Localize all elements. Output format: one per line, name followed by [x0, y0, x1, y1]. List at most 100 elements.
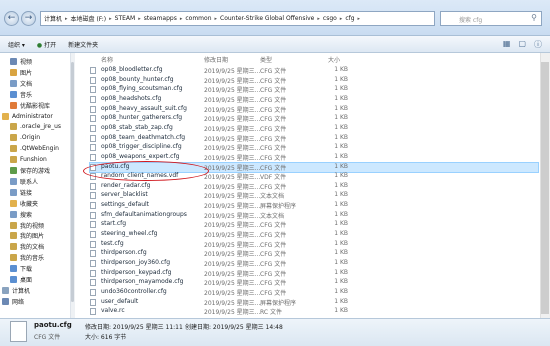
search-icon[interactable]: ⚲: [531, 13, 537, 22]
nav-item[interactable]: 优酷影视库: [10, 101, 50, 110]
file-row[interactable]: render_radar.cfg 2019/9/25 星期三... CFG 文件 1 …: [90, 182, 538, 192]
nav-item[interactable]: 网络: [2, 297, 24, 306]
file-row[interactable]: op08_hunter_gatherers.cfg 2019/9/25 星期三..…: [90, 114, 538, 124]
file-type: CFG 文件: [260, 251, 287, 259]
file-size: 1 KB: [334, 307, 348, 315]
preview-pane-icon[interactable]: ▢: [518, 39, 526, 50]
list-scrollbar-thumb[interactable]: [541, 62, 549, 314]
breadcrumb-item[interactable]: 计算机: [44, 14, 62, 23]
nav-item[interactable]: 我的视频: [10, 221, 44, 230]
nav-item[interactable]: 联系人: [10, 177, 38, 186]
file-row[interactable]: op08_team_deathmatch.cfg 2019/9/25 星期三...…: [90, 134, 538, 144]
nav-item[interactable]: 下载: [10, 264, 32, 273]
breadcrumb-item[interactable]: 本地磁盘 (F:): [71, 14, 107, 23]
file-icon: [90, 134, 96, 142]
file-row[interactable]: op08_bounty_hunter.cfg 2019/9/25 星期三... CF…: [90, 76, 538, 86]
folder-icon: [10, 254, 17, 262]
nav-item[interactable]: Administrator: [2, 112, 53, 121]
file-row[interactable]: valve.rc 2019/9/25 星期三... RC 文件 1 KB: [90, 307, 538, 317]
breadcrumb-item[interactable]: common: [185, 15, 211, 22]
nav-item[interactable]: .oracle_jre_us: [10, 122, 61, 131]
file-row[interactable]: op08_flying_scoutsman.cfg 2019/9/25 星期三..…: [90, 85, 538, 95]
file-row[interactable]: server_blacklist 2019/9/25 星期三... 文本文档 1 KB: [90, 191, 538, 201]
nav-item[interactable]: .QtWebEngin: [10, 144, 59, 153]
file-row[interactable]: op08_stab_stab_zap.cfg 2019/9/25 星期三... CF…: [90, 124, 538, 134]
nav-item[interactable]: 链接: [10, 188, 32, 197]
nav-item[interactable]: 我的图片: [10, 231, 44, 240]
column-type[interactable]: 类型: [260, 55, 272, 64]
nav-item[interactable]: 搜索: [10, 210, 32, 219]
file-size: 1 KB: [334, 239, 348, 247]
file-row[interactable]: op08_heavy_assault_suit.cfg 2019/9/25 星期三…: [90, 105, 538, 115]
file-row[interactable]: user_default 2019/9/25 星期三... 屏幕保护程序 1 KB: [90, 298, 538, 308]
breadcrumb-item[interactable]: steamapps: [144, 15, 177, 22]
search-input[interactable]: 搜索 cfg ⚲: [440, 11, 542, 26]
file-type: CFG 文件: [260, 241, 287, 249]
file-row[interactable]: thirdperson_joy360.cfg 2019/9/25 星期三... CF…: [90, 259, 538, 269]
nav-item[interactable]: 图片: [10, 68, 32, 77]
address-breadcrumb[interactable]: 计算机 ▸ 本地磁盘 (F:) ▸ STEAM ▸ steamapps ▸ common ▸ Cou…: [40, 11, 435, 26]
back-button[interactable]: ←: [4, 11, 19, 26]
column-date[interactable]: 修改日期: [204, 55, 228, 64]
file-icon: [90, 144, 96, 152]
nav-item[interactable]: 文档: [10, 79, 32, 88]
nav-item-label: 网络: [12, 298, 25, 306]
open-label: 打开: [44, 41, 57, 49]
breadcrumb-separator-icon[interactable]: ▸: [340, 16, 343, 22]
forward-button[interactable]: →: [21, 11, 36, 26]
file-row[interactable]: settings_default 2019/9/25 星期三... 屏幕保护程序 1 …: [90, 201, 538, 211]
breadcrumb-item[interactable]: STEAM: [115, 15, 136, 22]
nav-item[interactable]: 我的音乐: [10, 253, 44, 262]
breadcrumb-separator-icon[interactable]: ▸: [215, 16, 218, 22]
file-size: 1 KB: [334, 259, 348, 266]
file-row[interactable]: sfm_defaultanimationgroups 2019/9/25 星期三.…: [90, 211, 538, 221]
breadcrumb-item[interactable]: csgo: [323, 15, 337, 22]
nav-item[interactable]: 桌面: [10, 275, 32, 284]
search-placeholder: 搜索 cfg: [459, 17, 483, 24]
file-size: 1 KB: [334, 114, 348, 122]
nav-item[interactable]: 我的文档: [10, 242, 44, 251]
nav-scrollbar-thumb[interactable]: [71, 62, 74, 302]
breadcrumb-separator-icon[interactable]: ▸: [109, 16, 112, 22]
breadcrumb-separator-icon[interactable]: ▸: [358, 16, 361, 22]
file-name: thirdperson_keypad.cfg: [101, 268, 172, 276]
breadcrumb-separator-icon[interactable]: ▸: [180, 16, 183, 22]
nav-item[interactable]: 收藏夹: [10, 199, 38, 208]
column-size[interactable]: 大小: [328, 55, 340, 64]
breadcrumb-item[interactable]: Counter-Strike Global Offensive: [220, 15, 314, 22]
file-row[interactable]: op08_trigger_discipline.cfg 2019/9/25 星期三…: [90, 143, 538, 153]
file-row[interactable]: start.cfg 2019/9/25 星期三... CFG 文件 1 KB: [90, 220, 538, 230]
nav-item[interactable]: 音乐: [10, 90, 32, 99]
open-button[interactable]: ● 打开: [37, 40, 56, 49]
breadcrumb-item[interactable]: cfg: [345, 15, 354, 22]
file-row[interactable]: thirdperson_keypad.cfg 2019/9/25 星期三... CF…: [90, 269, 538, 279]
file-row[interactable]: op08_bloodletter.cfg 2019/9/25 星期三... CFG …: [90, 66, 538, 76]
new-folder-button[interactable]: 新建文件夹: [68, 40, 98, 49]
nav-item-label: 下载: [20, 266, 33, 274]
nav-item[interactable]: 视频: [10, 57, 32, 66]
file-date: 2019/9/25 星期三...: [204, 183, 261, 191]
file-row[interactable]: undo360controller.cfg 2019/9/25 星期三... CFG…: [90, 288, 538, 298]
breadcrumb-separator-icon[interactable]: ▸: [65, 16, 68, 22]
nav-item[interactable]: 计算机: [2, 286, 30, 295]
file-row[interactable]: op08_headshots.cfg 2019/9/25 星期三... CFG 文件…: [90, 95, 538, 105]
breadcrumb-separator-icon[interactable]: ▸: [317, 16, 320, 22]
file-name: op08_stab_stab_zap.cfg: [101, 123, 173, 131]
file-name: op08_bounty_hunter.cfg: [101, 75, 174, 83]
file-row[interactable]: test.cfg 2019/9/25 星期三... CFG 文件 1 KB: [90, 240, 538, 250]
file-type: CFG 文件: [260, 106, 287, 114]
file-row[interactable]: steering_wheel.cfg 2019/9/25 星期三... CFG 文件…: [90, 230, 538, 240]
column-name[interactable]: 名称: [101, 55, 113, 64]
nav-item[interactable]: 保存的游戏: [10, 166, 50, 175]
nav-item[interactable]: .Origin: [10, 133, 40, 142]
file-name: op08_team_deathmatch.cfg: [101, 133, 186, 141]
file-name: sfm_defaultanimationgroups: [101, 210, 187, 218]
nav-item[interactable]: Funshion: [10, 155, 47, 164]
view-options-icon[interactable]: ▦: [503, 39, 511, 50]
file-row[interactable]: thirdperson.cfg 2019/9/25 星期三... CFG 文件 1 K…: [90, 249, 538, 259]
organize-button[interactable]: 组织 ▾: [8, 40, 25, 49]
file-row[interactable]: thirdperson_mayamode.cfg 2019/9/25 星期三...…: [90, 278, 538, 288]
file-type: RC 文件: [260, 309, 282, 317]
help-icon[interactable]: ⓘ: [534, 39, 542, 50]
breadcrumb-separator-icon[interactable]: ▸: [138, 16, 141, 22]
